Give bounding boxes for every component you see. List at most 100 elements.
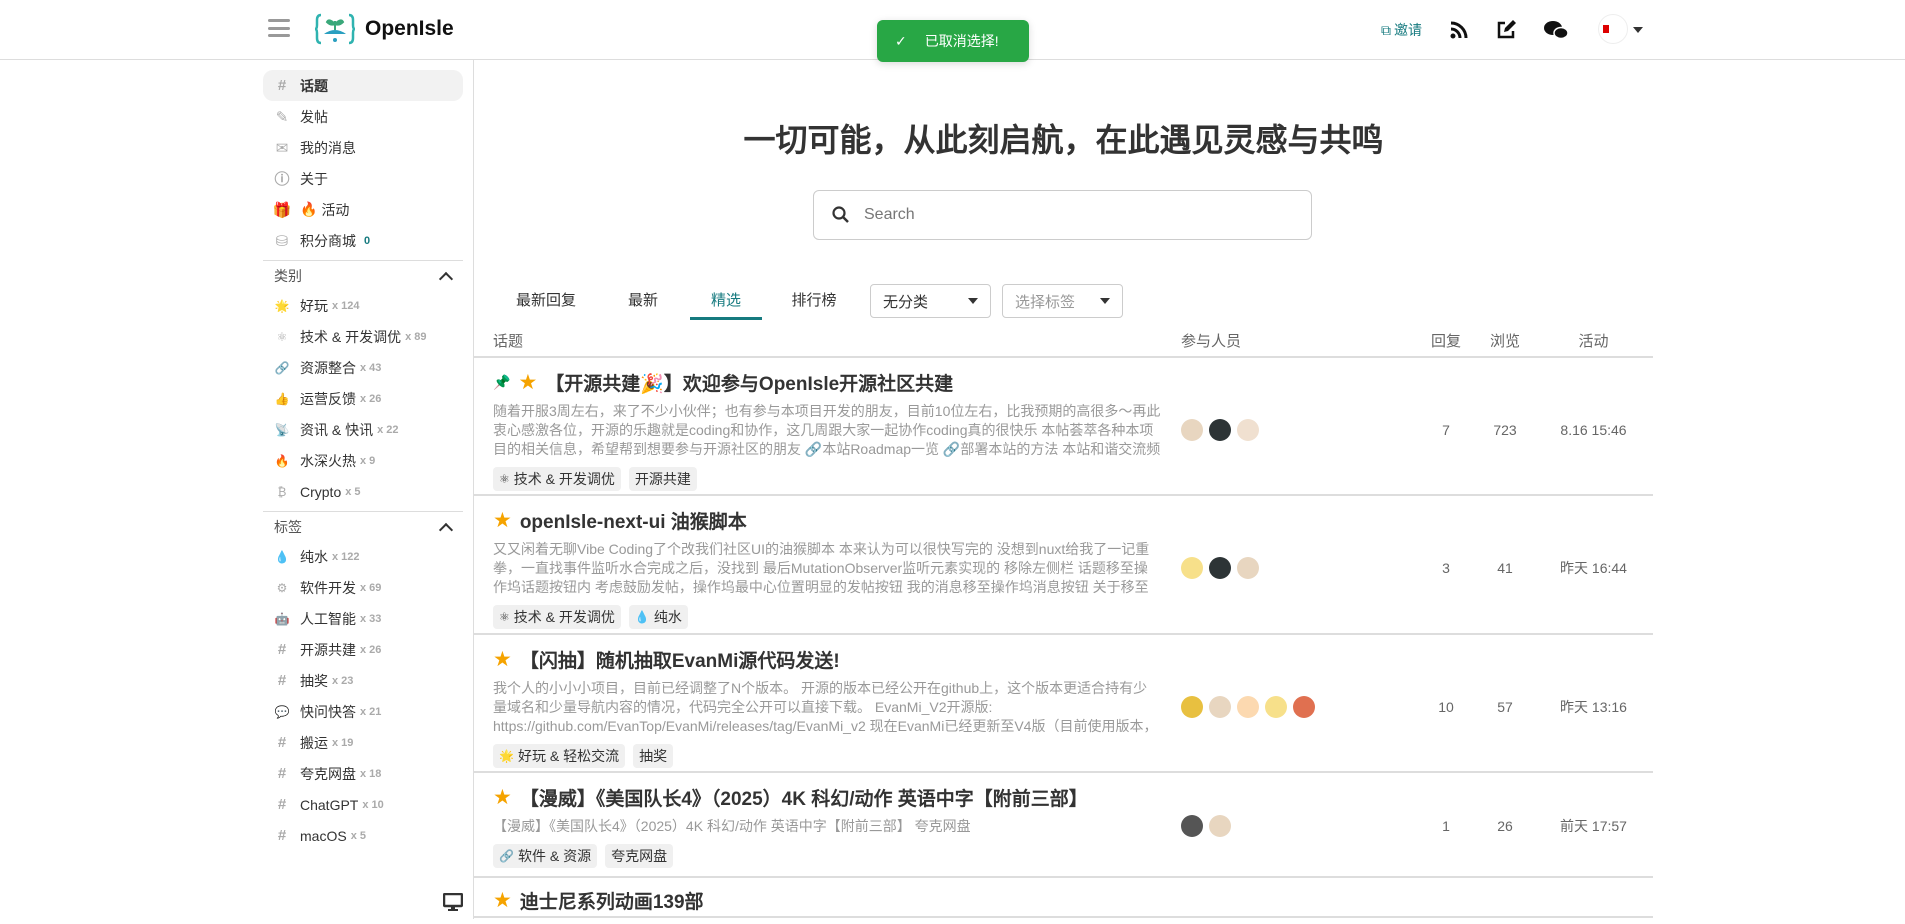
tag-item[interactable]: # 抽奖 x 23 [263, 665, 463, 696]
participant-avatar[interactable] [1209, 814, 1231, 837]
category-item[interactable]: 📡 资讯 & 快讯 x 22 [263, 414, 463, 445]
topic-title-link[interactable]: 📌 ★ 【开源共建🎉】欢迎参与OpenIsle开源社区共建 [493, 368, 1161, 396]
participant-avatar[interactable] [1181, 418, 1203, 441]
category-count: x 124 [332, 299, 360, 312]
info-icon: ⓘ [274, 171, 290, 188]
monitor-icon[interactable] [443, 893, 463, 911]
sidebar-item-4[interactable]: 🎁 🔥 活动 [263, 194, 463, 225]
participant-avatar[interactable] [1237, 695, 1259, 718]
category-item[interactable]: 🔗 资源整合 x 43 [263, 352, 463, 383]
participant-avatar[interactable] [1181, 814, 1203, 837]
messages-button[interactable] [1543, 0, 1569, 60]
topic-tag[interactable]: 开源共建 [628, 467, 697, 491]
openisle-logo[interactable] [315, 12, 355, 46]
tag-label: 开源共建 [300, 641, 356, 658]
tab-latest-reply[interactable]: 最新回复 [508, 284, 584, 320]
topic-tag[interactable]: 🌟 好玩 & 轻松交流 [493, 744, 626, 768]
category-icon: 🔗 [274, 360, 290, 375]
rss-button[interactable] [1448, 0, 1470, 60]
sidebar-item-2[interactable]: ✉ 我的消息 [263, 132, 463, 163]
topic-title-link[interactable]: ★ 【闪抽】随机抽取EvanMi源代码发送! [493, 645, 1161, 673]
topic-tag[interactable]: 夸克网盘 [605, 844, 674, 868]
coins-icon: ⛁ [275, 232, 289, 250]
participant-avatar[interactable] [1209, 556, 1231, 579]
topic-list: 📌 ★ 【开源共建🎉】欢迎参与OpenIsle开源社区共建 随着开服3周左右，来了不少… [474, 358, 1653, 918]
tag-item[interactable]: ⚙ 软件开发 x 69 [263, 572, 463, 603]
category-item[interactable]: ₿ Crypto x 5 [263, 476, 463, 507]
tab-featured[interactable]: 精选 [690, 284, 762, 320]
invite-button[interactable]: ⧉ 邀请 [1381, 0, 1422, 60]
tag-item[interactable]: 💬 快问快答 x 21 [263, 696, 463, 727]
table-row[interactable]: ★ 迪士尼系列动画139部 [474, 878, 1653, 918]
tab-ranking[interactable]: 排行榜 [784, 284, 844, 320]
user-avatar[interactable] [1598, 14, 1628, 44]
participant-avatar[interactable] [1209, 418, 1231, 441]
tag-item[interactable]: # ChatGPT x 10 [263, 789, 463, 820]
category-item[interactable]: 👍 运营反馈 x 26 [263, 383, 463, 414]
topic-title-link[interactable]: ★ openIsle-next-ui 油猴脚本 [493, 506, 1161, 534]
table-row[interactable]: 📌 ★ 【开源共建🎉】欢迎参与OpenIsle开源社区共建 随着开服3周左右，来了不少… [474, 358, 1653, 496]
participant-avatar[interactable] [1237, 418, 1259, 441]
participant-avatar[interactable] [1265, 695, 1287, 718]
category-item[interactable]: ⚛ 技术 & 开发调优 x 89 [263, 321, 463, 352]
table-row[interactable]: ★ 【漫威】《美国队长4》（2025）4K 科幻/动作 英语中字【附前三部】 【漫威… [474, 773, 1653, 878]
tag-item[interactable]: # 搬运 x 19 [263, 727, 463, 758]
topic-title-link[interactable]: ★ 迪士尼系列动画139部 [493, 886, 1161, 914]
tab-latest[interactable]: 最新 [617, 284, 669, 320]
sidebar-item-3[interactable]: ⓘ 关于 [263, 163, 463, 194]
category-select[interactable]: 无分类 [870, 284, 991, 318]
tag-select[interactable]: 选择标签 [1002, 284, 1123, 318]
hash-icon: # [277, 77, 287, 94]
tags-header[interactable]: 标签 [263, 511, 463, 541]
user-menu-toggle[interactable] [1633, 0, 1643, 60]
participant-avatar[interactable] [1181, 556, 1203, 579]
category-count: x 43 [360, 361, 382, 374]
tag-icon: # [277, 827, 287, 844]
sidebar-item-5[interactable]: ⛁ 积分商城 0 [263, 225, 463, 256]
category-item[interactable]: 🌟 好玩 x 124 [263, 290, 463, 321]
col-views: 浏览 [1489, 333, 1520, 350]
categories-header[interactable]: 类别 [263, 260, 463, 290]
tag-icon: ⚙ [276, 580, 288, 595]
tag-item[interactable]: # 开源共建 x 26 [263, 634, 463, 665]
category-count: x 89 [405, 330, 427, 343]
col-replies: 回复 [1430, 333, 1461, 350]
tag-count: x 26 [360, 643, 382, 656]
menu-icon[interactable] [268, 19, 290, 37]
topic-title-link[interactable]: ★ 【漫威】《美国队长4》（2025）4K 科幻/动作 英语中字【附前三部】 [493, 783, 1161, 811]
chevron-up-icon[interactable] [438, 271, 454, 286]
views-value: 41 [1497, 559, 1513, 576]
tag-count: x 5 [350, 829, 366, 842]
tag-item[interactable]: 🤖 人工智能 x 33 [263, 603, 463, 634]
new-post-button[interactable] [1495, 0, 1517, 60]
chevron-up-icon[interactable] [438, 522, 454, 537]
tag-item[interactable]: # 夸克网盘 x 18 [263, 758, 463, 789]
participant-avatar[interactable] [1293, 695, 1315, 718]
participant-avatar[interactable] [1209, 695, 1231, 718]
brand-name[interactable]: OpenIsle [365, 17, 454, 41]
star-icon: ★ [493, 785, 512, 809]
table-row[interactable]: ★ openIsle-next-ui 油猴脚本 又又闲着无聊Vibe Coding了… [474, 496, 1653, 635]
tag-item[interactable]: # macOS x 5 [263, 820, 463, 851]
envelope-icon: ✉ [275, 139, 289, 157]
topic-tag[interactable]: 抽奖 [633, 744, 674, 768]
topic-tag[interactable]: ⚛ 技术 & 开发调优 [493, 467, 621, 491]
tag-count: x 23 [332, 674, 354, 687]
participant-avatar[interactable] [1237, 556, 1259, 579]
topic-tag[interactable]: ⚛ 技术 & 开发调优 [493, 605, 621, 629]
topic-tag[interactable]: 💧 纯水 [628, 605, 688, 629]
fire-icon: 🔥 [300, 201, 318, 217]
topic-tag[interactable]: 🔗 软件 & 资源 [493, 844, 598, 868]
tag-count: x 21 [360, 705, 382, 718]
search-input[interactable]: Search [813, 190, 1312, 240]
category-item[interactable]: 🔥 水深火热 x 9 [263, 445, 463, 476]
table-row[interactable]: ★ 【闪抽】随机抽取EvanMi源代码发送! 我个人的小小小项目，目前已经调整了N个… [474, 635, 1653, 773]
sidebar-item-0[interactable]: # 话题 [263, 70, 463, 101]
points-count: 0 [364, 234, 371, 247]
participant-avatar[interactable] [1181, 695, 1203, 718]
tag-item[interactable]: 💧 纯水 x 122 [263, 541, 463, 572]
edit-icon [1497, 20, 1516, 39]
participants [1181, 556, 1416, 579]
activity-value: 前天 17:57 [1560, 817, 1627, 834]
sidebar-item-1[interactable]: ✎ 发帖 [263, 101, 463, 132]
